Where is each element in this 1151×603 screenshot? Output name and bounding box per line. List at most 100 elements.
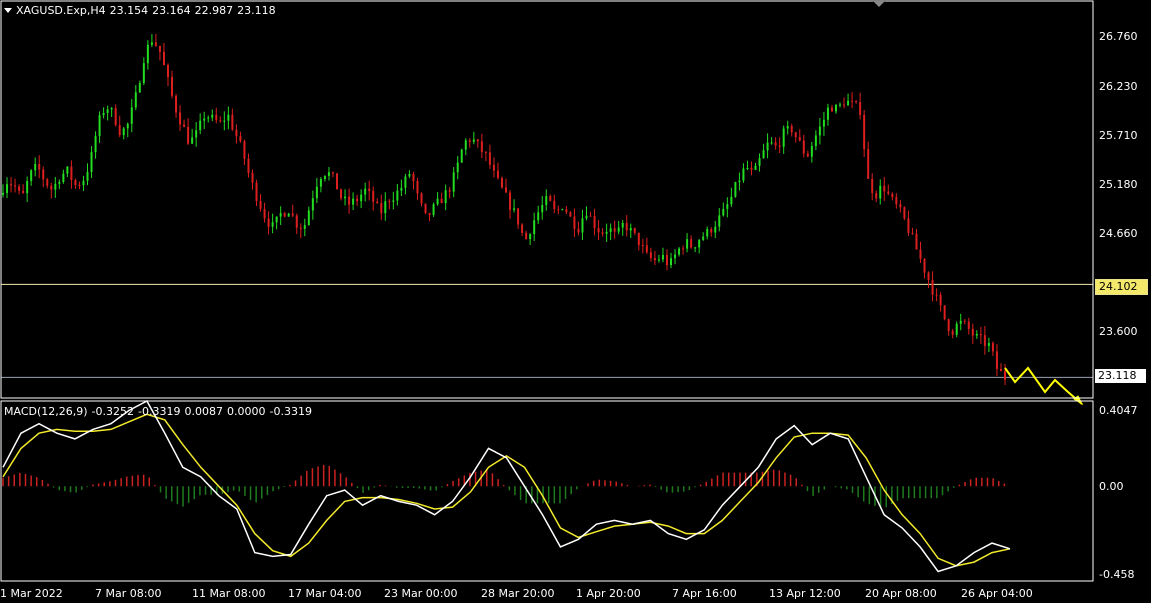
macd-tick: -0.458: [1099, 568, 1135, 581]
candle-body: [94, 136, 97, 153]
candle-body: [843, 104, 846, 106]
candle-body: [967, 321, 970, 329]
candle-body: [162, 51, 165, 66]
candle-body: [657, 259, 660, 261]
candle-body: [585, 215, 588, 219]
candle-body: [625, 222, 628, 231]
candle-body: [726, 204, 729, 209]
candle-body: [734, 182, 737, 197]
candle-body: [239, 136, 242, 142]
candle-body: [649, 252, 652, 259]
candle-body: [315, 186, 318, 199]
candle-body: [730, 196, 733, 205]
candle-body: [408, 173, 411, 177]
candle-body: [223, 120, 226, 122]
forecast-zigzag: [1004, 366, 1083, 405]
candle-body: [553, 200, 556, 210]
candle-body: [834, 105, 837, 112]
candle-body: [605, 231, 608, 234]
price-pane: [1, 33, 1093, 406]
candle-body: [863, 114, 866, 150]
candle-body: [299, 227, 302, 229]
candle-body: [822, 119, 825, 127]
candle-body: [714, 226, 717, 233]
candle-body: [794, 132, 797, 138]
candle-body: [275, 216, 278, 223]
candle-body: [287, 213, 290, 217]
candle-body: [778, 145, 781, 147]
candle-body: [826, 107, 829, 120]
candle-body: [388, 201, 391, 203]
candle-body: [46, 179, 49, 186]
candle-body: [525, 232, 528, 240]
candle-body: [283, 213, 286, 217]
candle-body: [879, 185, 882, 199]
horizontal-line-price-tag: 24.102: [1095, 279, 1148, 295]
candle-body: [746, 167, 749, 169]
candle-body: [694, 247, 697, 249]
scroll-marker-icon: [873, 1, 885, 7]
candle-body: [340, 189, 343, 199]
candle-body: [191, 137, 194, 144]
candle-body: [975, 333, 978, 336]
candle-body: [790, 126, 793, 133]
candle-body: [2, 192, 4, 195]
collapse-triangle-icon[interactable]: [4, 7, 12, 13]
candle-body: [90, 152, 93, 172]
candle-body: [959, 320, 962, 324]
candle-body: [82, 180, 85, 186]
candle-body: [18, 186, 21, 191]
candle-body: [810, 146, 813, 157]
candle-body: [58, 182, 61, 184]
candle-body: [86, 171, 89, 181]
candle-body: [979, 333, 982, 336]
candle-body: [806, 153, 809, 157]
candle-body: [569, 212, 572, 217]
candle-body: [999, 368, 1002, 372]
chart-canvas[interactable]: [0, 0, 1151, 603]
candle-body: [690, 239, 693, 248]
macd-pane-frame: [0, 400, 1094, 582]
candle-body: [907, 218, 910, 233]
candle-body: [915, 233, 918, 250]
candle-body: [114, 108, 117, 126]
candle-body: [42, 169, 45, 180]
candle-body: [211, 114, 214, 118]
candle-body: [621, 222, 624, 228]
candle-body: [360, 194, 363, 202]
candle-body: [774, 142, 777, 146]
candle-body: [251, 172, 254, 183]
candle-body: [215, 114, 218, 121]
candle-body: [368, 188, 371, 192]
candle-body: [971, 328, 974, 336]
candle-body: [851, 100, 854, 102]
candle-body: [947, 319, 950, 331]
candle-body: [38, 163, 41, 170]
candle-body: [247, 158, 250, 173]
candle-body: [758, 158, 761, 166]
candle-body: [923, 258, 926, 273]
candle-body: [66, 166, 69, 174]
candle-body: [428, 213, 431, 215]
candle-body: [698, 239, 701, 248]
macd-tick: 0.00: [1099, 480, 1124, 493]
candle-body: [871, 178, 874, 194]
candle-body: [983, 335, 986, 346]
candle-body: [899, 204, 902, 208]
candle-body: [452, 172, 455, 192]
ohlc-open: 23.154: [109, 4, 149, 17]
candle-body: [187, 126, 190, 144]
candle-body: [718, 215, 721, 227]
candle-body: [529, 234, 532, 240]
chart-window[interactable]: XAGUSD.Exp,H4 23.154 23.164 22.987 23.118 MA…: [0, 0, 1151, 603]
candle-body: [710, 229, 713, 233]
candle-body: [875, 193, 878, 199]
time-tick: 26 Apr 04:00: [961, 587, 1033, 600]
candle-body: [404, 176, 407, 188]
candle-body: [74, 180, 77, 186]
macd-value-4: 0.0000: [226, 405, 266, 418]
time-tick: 1 Mar 2022: [0, 587, 63, 600]
candle-body: [661, 255, 664, 260]
candle-body: [496, 170, 499, 178]
ohlc-low: 22.987: [194, 4, 234, 17]
